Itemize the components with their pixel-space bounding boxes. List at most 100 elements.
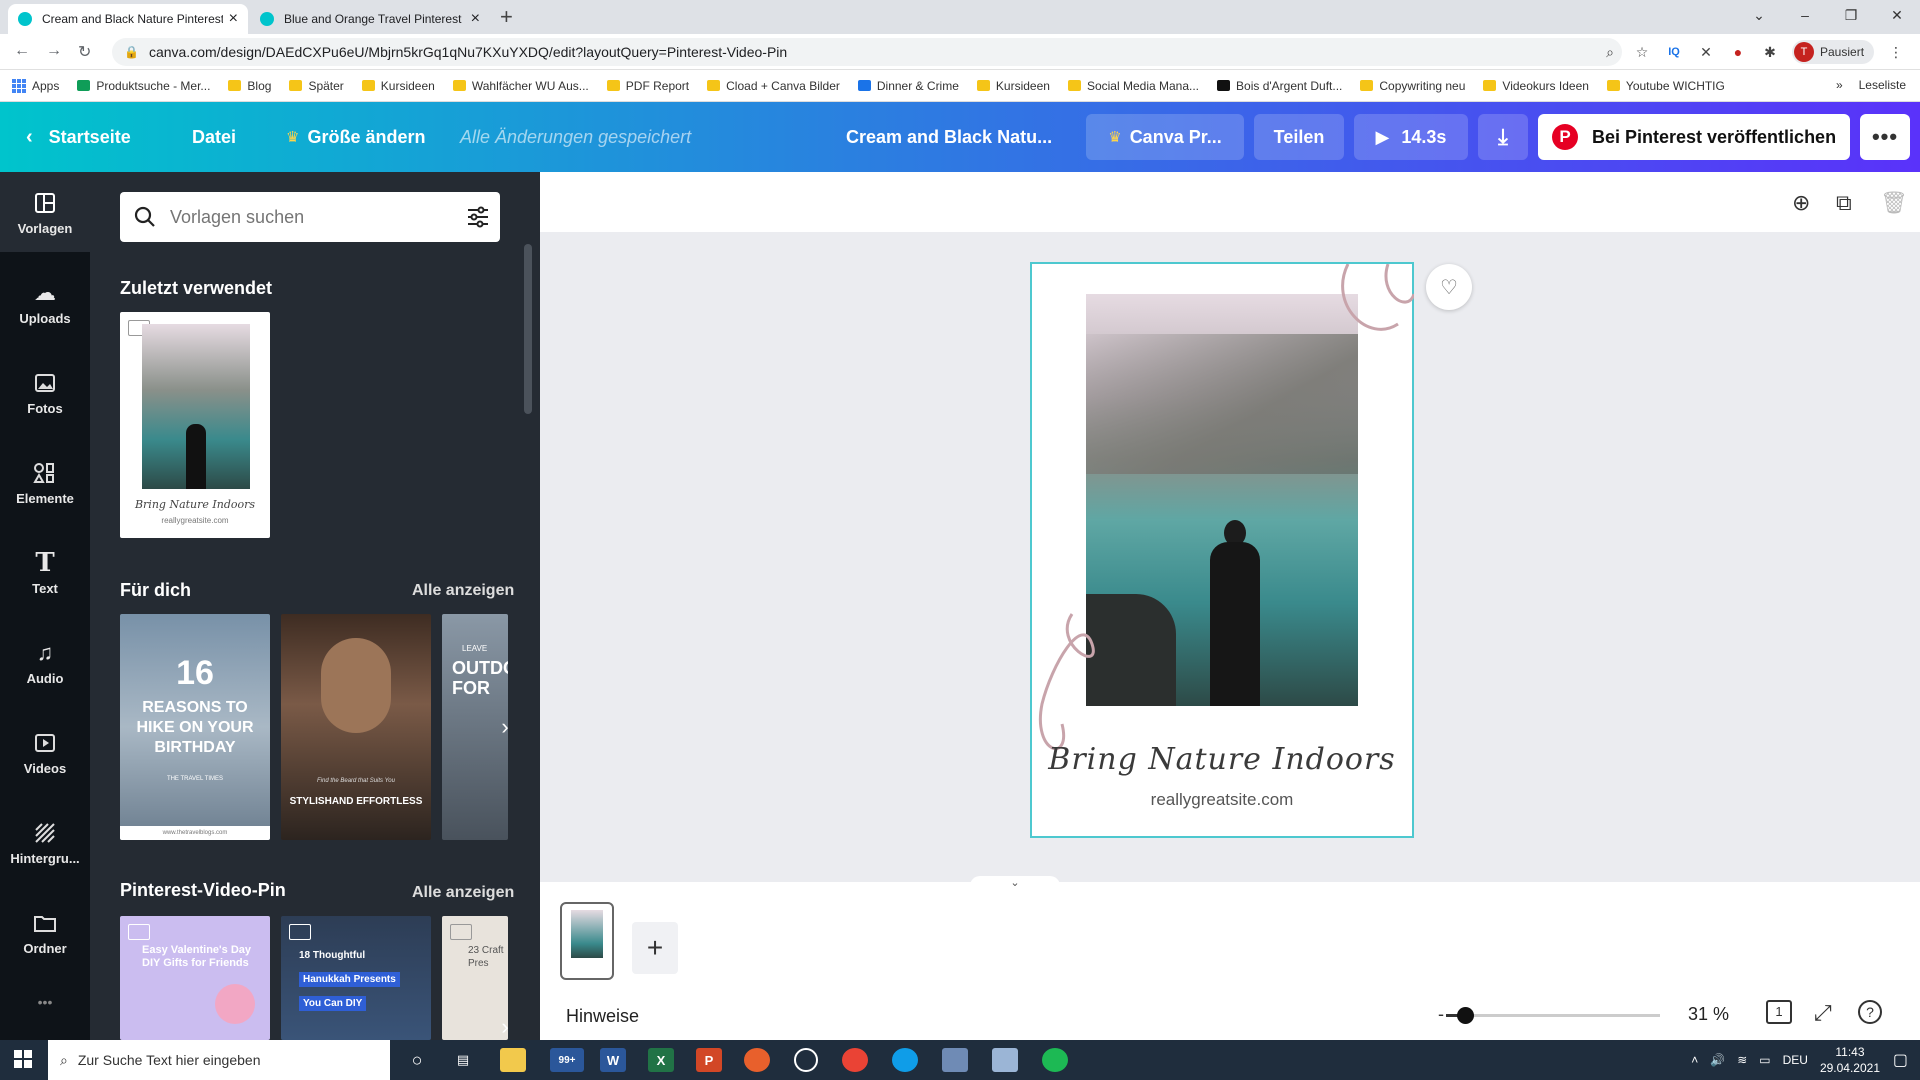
zoom-slider-knob[interactable] (1457, 1007, 1475, 1024)
zoom-icon[interactable]: ⌕ (1600, 42, 1620, 62)
search-input[interactable] (170, 206, 456, 228)
add-page-icon[interactable]: ⊕ (1792, 190, 1810, 216)
bookmark[interactable]: Dinner & Crime (857, 79, 959, 93)
explorer-icon[interactable] (500, 1048, 526, 1072)
close-window-icon[interactable]: ✕ (1874, 7, 1920, 24)
rail-audio[interactable]: ♫ Audio (0, 622, 90, 702)
recent-template-card[interactable]: Bring Nature Indoors reallygreatsite.com (120, 312, 270, 538)
star-icon[interactable]: ☆ (1632, 42, 1652, 62)
edge-icon[interactable] (892, 1048, 918, 1072)
rail-folder[interactable]: Ordner (0, 892, 90, 972)
panel-scrollbar[interactable] (524, 244, 532, 414)
browser-tab-2[interactable]: Blue and Orange Travel Pinterest × (250, 4, 490, 34)
canva-pro-button[interactable]: ♛ Canva Pr... (1086, 114, 1244, 160)
document-title[interactable]: Cream and Black Natu... (846, 102, 1052, 172)
bookmark[interactable]: Wahlfächer WU Aus... (452, 79, 589, 93)
chevron-down-icon[interactable]: ⌄ (970, 876, 1060, 890)
script-headline[interactable]: Bring Nature Indoors (1032, 742, 1412, 777)
extension-icon[interactable]: ✕ (1696, 42, 1716, 62)
browser-tab-active[interactable]: Cream and Black Nature Pinterest × (8, 4, 248, 34)
tray-chevron-icon[interactable]: ˄ (1691, 1053, 1698, 1067)
delete-page-icon[interactable]: 🗑 (1880, 190, 1908, 216)
forward-icon[interactable]: → (46, 42, 62, 60)
close-tab-icon[interactable]: × (471, 10, 480, 28)
rail-templates[interactable]: Vorlagen (0, 172, 90, 252)
resize-button[interactable]: ♛ Größe ändern (286, 102, 425, 172)
site-url-text[interactable]: reallygreatsite.com (1032, 790, 1412, 810)
chevron-right-icon[interactable]: › (492, 714, 518, 740)
publish-pinterest-button[interactable]: P Bei Pinterest veröffentlichen (1538, 114, 1850, 160)
template-card-hike[interactable]: 16 REASONS TO HIKE ON YOUR BIRTHDAY THE … (120, 614, 270, 840)
taskbar-search[interactable]: ⌕ Zur Suche Text hier eingeben (48, 1040, 390, 1080)
puzzle-extensions-icon[interactable]: ✱ (1760, 42, 1780, 62)
chrome-icon[interactable] (842, 1048, 868, 1072)
profile-button[interactable]: T Pausiert (1792, 40, 1875, 64)
zoom-out-icon[interactable]: - (1438, 1004, 1444, 1025)
zoom-slider[interactable] (1446, 1007, 1660, 1024)
wifi-icon[interactable]: ≋ (1737, 1053, 1747, 1067)
volume-icon[interactable]: 🔊 (1710, 1053, 1725, 1067)
new-tab-button[interactable]: + (500, 5, 513, 29)
more-bookmarks-icon[interactable]: » (1836, 78, 1843, 92)
page-count-button[interactable]: 1 (1766, 1000, 1792, 1024)
url-field[interactable]: 🔒 canva.com/design/DAEdCXPu6eU/Mbjrn5krG… (112, 38, 1622, 66)
reload-icon[interactable]: ↻ (78, 42, 91, 62)
rail-text[interactable]: T Text (0, 532, 90, 612)
chevron-right-icon[interactable]: › (492, 1014, 518, 1040)
add-page-button[interactable]: + (632, 922, 678, 974)
bookmark[interactable]: Später (289, 79, 344, 93)
word-icon[interactable]: W (600, 1048, 626, 1072)
horizontal-scrollbar[interactable] (540, 868, 1920, 882)
close-tab-icon[interactable]: × (229, 10, 238, 28)
bookmark-apps[interactable]: Apps (12, 78, 59, 93)
filter-icon[interactable] (456, 206, 500, 228)
duplicate-page-icon[interactable]: ⧉ (1836, 190, 1852, 216)
bookmark[interactable]: Bois d'Argent Duft... (1217, 79, 1342, 93)
bookmark[interactable]: Copywriting neu (1360, 79, 1465, 93)
help-icon[interactable]: ? (1858, 1000, 1882, 1024)
rail-elements[interactable]: Elemente (0, 442, 90, 522)
design-photo[interactable] (1086, 294, 1358, 706)
browser-menu-icon[interactable]: ⋮ (1886, 42, 1906, 62)
rail-uploads[interactable]: ☁ Uploads (0, 262, 90, 342)
page-thumbnail[interactable] (560, 902, 614, 980)
app-icon[interactable] (744, 1048, 770, 1072)
bookmark[interactable]: Cload + Canva Bilder (707, 79, 840, 93)
keyboard-icon[interactable]: ▭ (1759, 1053, 1770, 1067)
pin-card-hanukkah[interactable]: 18 Thoughtful Hanukkah Presents You Can … (281, 916, 431, 1040)
minimize-icon[interactable]: – (1782, 7, 1828, 23)
bookmark[interactable]: Videokurs Ideen (1483, 79, 1589, 93)
template-card-beard[interactable]: Find the Beard that Suits You STYLISHAND… (281, 614, 431, 840)
notification-icon[interactable]: ▢ (1893, 1050, 1908, 1070)
play-button[interactable]: ▶ 14.3s (1354, 114, 1468, 160)
powerpoint-icon[interactable]: P (696, 1048, 722, 1072)
app-icon[interactable] (942, 1048, 968, 1072)
adblock-extension-icon[interactable]: ● (1728, 42, 1748, 62)
language-indicator[interactable]: DEU (1783, 1053, 1808, 1067)
tab-search-icon[interactable]: ⌄ (1736, 7, 1782, 24)
notes-button[interactable]: Hinweise (566, 1006, 639, 1027)
reading-list-button[interactable]: Leseliste (1859, 78, 1906, 92)
zoom-value[interactable]: 31 % (1688, 1004, 1729, 1025)
pin-card-valentine[interactable]: Easy Valentine's Day DIY Gifts for Frien… (120, 916, 270, 1040)
bookmark[interactable]: Produktsuche - Mer... (77, 79, 210, 93)
clock[interactable]: 11:43 29.04.2021 (1820, 1044, 1880, 1076)
home-button[interactable]: ‹ Startseite (26, 102, 131, 172)
design-page[interactable]: Bring Nature Indoors reallygreatsite.com (1030, 262, 1414, 838)
for-you-see-all[interactable]: Alle anzeigen (412, 582, 514, 600)
bookmark[interactable]: Kursideen (361, 79, 435, 93)
mail-icon[interactable]: 99+ (550, 1048, 584, 1072)
spotify-icon[interactable] (1042, 1048, 1068, 1072)
obs-icon[interactable] (794, 1048, 818, 1072)
rail-background[interactable]: Hintergru... (0, 802, 90, 882)
iq-extension-icon[interactable]: IQ (1664, 42, 1684, 62)
cortana-icon[interactable]: ○ (404, 1048, 430, 1072)
bookmark[interactable]: Youtube WICHTIG (1606, 79, 1725, 93)
bookmark[interactable]: PDF Report (606, 79, 689, 93)
fullscreen-icon[interactable]: ⤢ (1814, 1000, 1832, 1026)
rail-photos[interactable]: Fotos (0, 352, 90, 432)
add-comment-button[interactable]: ♡ (1426, 264, 1472, 310)
task-view-icon[interactable]: ▤ (450, 1048, 476, 1072)
bookmark[interactable]: Kursideen (976, 79, 1050, 93)
rail-videos[interactable]: Videos (0, 712, 90, 792)
